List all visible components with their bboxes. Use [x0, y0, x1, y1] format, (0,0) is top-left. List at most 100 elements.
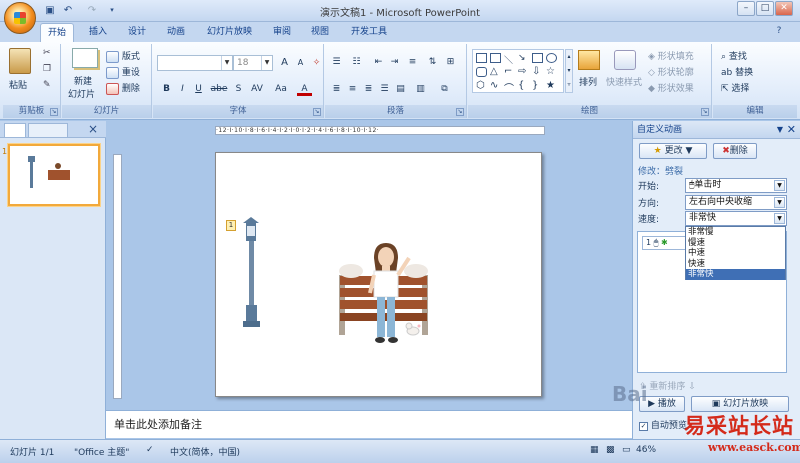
block-arrow-icon[interactable]: ⇨	[518, 66, 526, 77]
star-shape-icon[interactable]: ☆	[546, 66, 555, 77]
reset-button[interactable]: 重设	[122, 68, 140, 78]
slide-canvas[interactable]	[215, 152, 542, 397]
paste-button[interactable]: 粘贴	[9, 78, 27, 91]
maximize-button[interactable]: □	[756, 1, 774, 16]
font-name-combo[interactable]: ▼	[157, 55, 233, 71]
paste-icon[interactable]	[9, 48, 31, 74]
close-button[interactable]: ✕	[775, 1, 793, 16]
numbering-icon[interactable]: ☷	[349, 55, 364, 69]
vtextbox-shape-icon[interactable]	[490, 53, 501, 63]
speed-option-very-slow[interactable]: 非常慢	[686, 227, 785, 238]
cut-icon[interactable]: ✂	[43, 48, 51, 58]
font-size-combo[interactable]: 18 ▼	[233, 55, 273, 71]
font-launcher-icon[interactable]: ↘	[313, 108, 321, 116]
shrink-font-button[interactable]: A	[293, 56, 308, 70]
tab-view[interactable]: 视图	[304, 23, 336, 42]
quick-styles-button[interactable]: 快速样式	[606, 75, 642, 88]
shape-effects-button[interactable]: ◆ 形状效果	[648, 81, 694, 94]
animation-order-tag[interactable]: 1	[226, 220, 236, 231]
columns-icon[interactable]: ▥	[413, 82, 428, 96]
italic-button[interactable]: I	[175, 82, 190, 96]
sorter-view-icon[interactable]: ▩	[606, 445, 615, 455]
speed-option-very-fast[interactable]: 非常快	[686, 269, 785, 280]
pane-close-icon[interactable]: ✕	[787, 121, 796, 139]
triangle-shape-icon[interactable]: △	[490, 66, 498, 77]
brace-shape-icon[interactable]: {	[518, 80, 524, 91]
redo-icon[interactable]: ↷	[84, 3, 100, 18]
elbow-connector-icon[interactable]: ⌐	[504, 66, 512, 77]
normal-view-icon[interactable]: ▦	[590, 445, 599, 455]
slide-thumbnail[interactable]	[8, 144, 100, 206]
copy-icon[interactable]: ❐	[43, 64, 51, 74]
line-shape-icon[interactable]: ＼	[504, 53, 513, 66]
shape-outline-button[interactable]: ◇ 形状轮廓	[648, 65, 694, 78]
tab-animations[interactable]: 动画	[160, 23, 192, 42]
new-slide-label-1[interactable]: 新建	[74, 74, 92, 87]
align-left-icon[interactable]: ≣	[329, 82, 344, 96]
quick-styles-icon[interactable]	[614, 50, 636, 70]
arrange-button[interactable]: 排列	[579, 75, 597, 88]
tab-slides-view[interactable]	[4, 123, 26, 138]
shadow-button[interactable]: S	[231, 82, 246, 96]
star5-shape-icon[interactable]: ★	[546, 80, 555, 91]
brace-right-shape-icon[interactable]: }	[532, 80, 538, 91]
reorder-down-icon[interactable]: ⇩	[688, 382, 696, 392]
shapes-gallery[interactable]: ＼ ↘ △ ⌐ ⇨ ⇩ ☆ ⬡ ∿ ⌒ { } ★	[472, 49, 564, 95]
grow-font-button[interactable]: A	[277, 56, 292, 70]
speed-option-slow[interactable]: 慢速	[686, 238, 785, 249]
remove-effect-button[interactable]: ✖删除	[713, 143, 757, 159]
customize-toolbar-icon[interactable]: ▾	[104, 3, 120, 18]
shapes-more-icon[interactable]: ▴ ▾ ▿	[565, 49, 573, 93]
font-color-button[interactable]: A	[297, 82, 312, 96]
save-icon[interactable]: ▣	[42, 3, 58, 18]
new-slide-label-2[interactable]: 幻灯片	[68, 87, 95, 100]
arrow-shape-icon[interactable]: ↘	[518, 53, 526, 63]
oval-shape-icon[interactable]	[546, 53, 557, 63]
line-spacing-icon[interactable]: ≡	[405, 55, 420, 69]
format-painter-icon[interactable]: ✎	[43, 80, 51, 90]
clear-format-icon[interactable]: ✧	[309, 56, 324, 70]
delete-slide-button[interactable]: 删除	[122, 84, 140, 94]
find-button[interactable]: ⌕ 查找	[721, 49, 747, 62]
help-icon[interactable]: ?	[772, 26, 786, 38]
smartart-icon[interactable]: ⧉	[437, 82, 452, 96]
align-right-icon[interactable]: ≣	[361, 82, 376, 96]
paragraph-launcher-icon[interactable]: ↘	[456, 108, 464, 116]
direction-select[interactable]: 左右向中央收缩 ▼	[685, 195, 787, 210]
notes-pane[interactable]: 单击此处添加备注	[106, 410, 632, 438]
pane-menu-icon[interactable]: ▼	[777, 121, 783, 139]
tab-review[interactable]: 审阅	[266, 23, 298, 42]
start-select[interactable]: 🖱单击时 ▼	[685, 178, 787, 193]
minimize-button[interactable]: –	[737, 1, 755, 16]
justify-icon[interactable]: ☰	[377, 82, 392, 96]
layout-button[interactable]: 版式	[122, 52, 140, 62]
undo-icon[interactable]: ↶	[60, 3, 76, 18]
curve-shape-icon[interactable]: ∿	[490, 80, 498, 91]
clipboard-launcher-icon[interactable]: ↘	[50, 108, 58, 116]
decrease-indent-icon[interactable]: ⇤	[371, 55, 386, 69]
tab-insert[interactable]: 插入	[82, 23, 114, 42]
align-text-icon[interactable]: ⊞	[443, 55, 458, 69]
down-arrow-shape-icon[interactable]: ⇩	[532, 66, 540, 77]
slideshow-view-icon[interactable]: ▭	[622, 445, 631, 455]
tab-design[interactable]: 设计	[121, 23, 153, 42]
tab-slideshow[interactable]: 幻灯片放映	[200, 23, 259, 42]
speed-select[interactable]: 非常快 ▼	[685, 211, 787, 226]
shape-fill-button[interactable]: ◈ 形状填充	[648, 49, 694, 62]
increase-indent-icon[interactable]: ⇥	[387, 55, 402, 69]
hexagon-shape-icon[interactable]: ⬡	[476, 80, 485, 91]
rectangle-shape-icon[interactable]	[532, 53, 543, 63]
rounded-rect-shape-icon[interactable]	[476, 67, 487, 77]
bold-button[interactable]: B	[159, 82, 174, 96]
change-effect-button[interactable]: ★ 更改 ▼	[639, 143, 707, 159]
align-center-icon[interactable]: ≡	[345, 82, 360, 96]
underline-button[interactable]: U	[191, 82, 206, 96]
speed-option-fast[interactable]: 快速	[686, 259, 785, 270]
bullets-icon[interactable]: ☰	[329, 55, 344, 69]
char-spacing-button[interactable]: AV	[247, 82, 267, 96]
replace-button[interactable]: ab 替换	[721, 65, 753, 78]
distributed-icon[interactable]: ▤	[393, 82, 408, 96]
office-button[interactable]	[4, 2, 36, 34]
spellcheck-icon[interactable]: ✓	[146, 445, 154, 455]
tab-outline-view[interactable]	[28, 123, 68, 138]
